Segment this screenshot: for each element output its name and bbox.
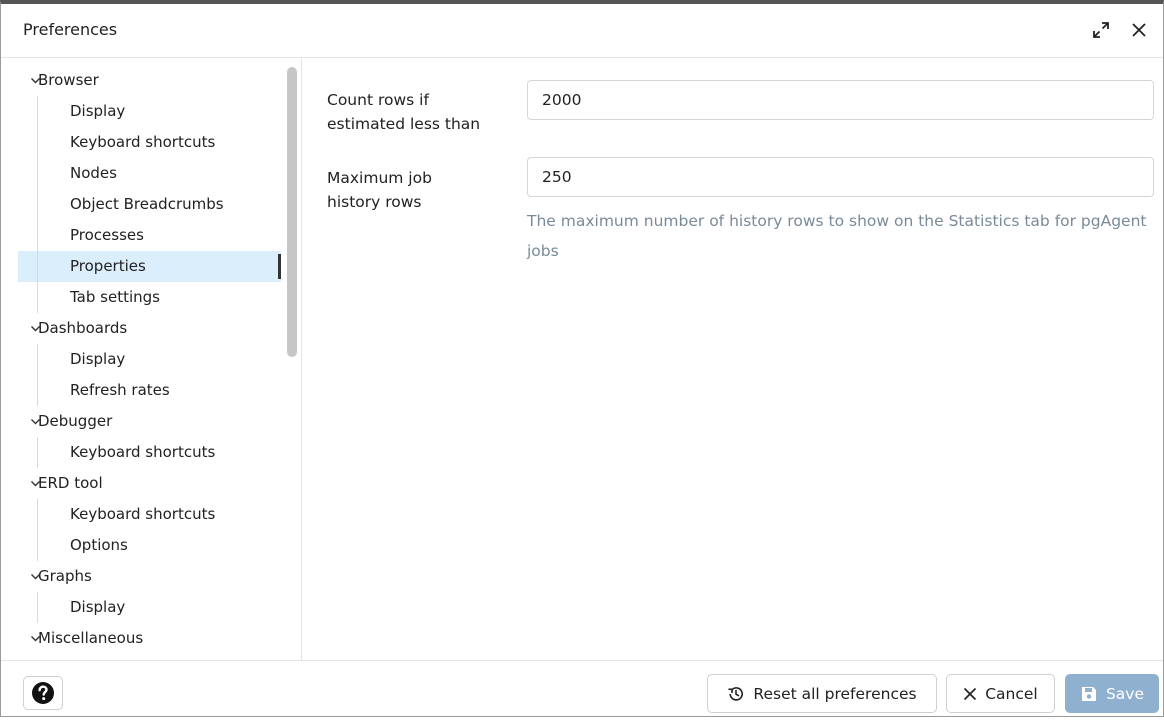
close-icon [1132, 23, 1146, 37]
preferences-dialog: Preferences Browser Display Keyboard short… [0, 0, 1164, 717]
dialog-titlebar: Preferences [1, 4, 1163, 58]
cancel-button[interactable]: Cancel [946, 674, 1055, 713]
chevron-down-icon[interactable] [30, 313, 42, 344]
tree-item-label: Display [70, 102, 126, 120]
tree-item-label: Processes [70, 226, 144, 244]
preferences-content: Count rows if estimated less than 2000 M… [303, 59, 1163, 660]
chevron-down-icon[interactable] [30, 468, 42, 499]
tree-item[interactable]: Options [18, 530, 281, 561]
max-job-history-input[interactable]: 250 [527, 157, 1154, 197]
tree-item-label: Refresh rates [70, 381, 170, 399]
tree-item-label: Debugger [38, 412, 113, 430]
close-icon [964, 687, 977, 700]
chevron-down-icon[interactable] [30, 65, 42, 96]
tree-item[interactable]: Nodes [18, 158, 281, 189]
floppy-disk-icon [1081, 686, 1096, 701]
history-icon [728, 686, 744, 701]
tree-group[interactable]: Miscellaneous [18, 623, 281, 654]
tree-scrollbar[interactable] [287, 67, 297, 357]
expand-button[interactable] [1089, 18, 1113, 42]
tree-item[interactable]: Keyboard shortcuts [18, 499, 281, 530]
tree-item-label: Browser [38, 71, 99, 89]
tree-item[interactable]: Refresh rates [18, 375, 281, 406]
tree-group[interactable]: ERD tool [18, 468, 281, 499]
help-button[interactable] [23, 676, 63, 710]
tree-group[interactable]: Debugger [18, 406, 281, 437]
preferences-tree-panel: Browser Display Keyboard shortcuts Nodes Obj… [1, 59, 302, 660]
max-job-history-label-line2: history rows [327, 193, 422, 211]
close-button[interactable] [1127, 18, 1151, 42]
tree-item-label: Display [70, 350, 126, 368]
tree-group[interactable]: Browser [18, 65, 281, 96]
reset-button-label: Reset all preferences [753, 684, 917, 703]
save-button-label: Save [1105, 684, 1145, 703]
tree-item[interactable]: Display [18, 96, 281, 127]
tree-item-label: Dashboards [38, 319, 128, 337]
tree-item-label: Keyboard shortcuts [70, 505, 216, 523]
chevron-down-icon[interactable] [30, 561, 42, 592]
tree-item-label: Graphs [38, 567, 92, 585]
tree-item-label: ERD tool [38, 474, 103, 492]
dialog-footer: Reset all preferences Cancel Save [1, 660, 1163, 721]
count-rows-label: Count rows if estimated less than [327, 88, 517, 136]
save-button[interactable]: Save [1065, 674, 1159, 713]
tree-group[interactable]: Graphs [18, 561, 281, 592]
tree-item[interactable]: Object Breadcrumbs [18, 189, 281, 220]
count-rows-label-line1: Count rows if [327, 91, 429, 109]
tree-item-label: Keyboard shortcuts [70, 443, 216, 461]
tree-item[interactable]: Properties [18, 251, 281, 282]
tree-item-label: Keyboard shortcuts [70, 133, 216, 151]
reset-all-preferences-button[interactable]: Reset all preferences [707, 674, 937, 713]
tree-item-label: Properties [70, 257, 146, 275]
tree-item-label: Object Breadcrumbs [70, 195, 224, 213]
question-circle-icon [32, 682, 54, 704]
preferences-tree: Browser Display Keyboard shortcuts Nodes Obj… [18, 65, 281, 654]
max-job-history-label-line1: Maximum job [327, 169, 432, 187]
tree-item[interactable]: Processes [18, 220, 281, 251]
tree-item-label: Miscellaneous [38, 629, 144, 647]
tree-item[interactable]: Display [18, 344, 281, 375]
tree-item[interactable]: Display [18, 592, 281, 623]
tree-item[interactable]: Keyboard shortcuts [18, 437, 281, 468]
max-job-history-label: Maximum job history rows [327, 166, 517, 214]
dialog-title: Preferences [23, 20, 118, 39]
tree-item-label: Tab settings [70, 288, 160, 306]
tree-item[interactable]: Tab settings [18, 282, 281, 313]
chevron-down-icon[interactable] [30, 406, 42, 437]
tree-item-label: Nodes [70, 164, 117, 182]
tree-item-label: Options [70, 536, 128, 554]
tree-group[interactable]: Dashboards [18, 313, 281, 344]
max-job-history-help: The maximum number of history rows to sh… [527, 212, 1147, 260]
tree-item[interactable]: Keyboard shortcuts [18, 127, 281, 158]
tree-item-label: Display [70, 598, 126, 616]
count-rows-input[interactable]: 2000 [527, 80, 1154, 120]
cancel-button-label: Cancel [985, 684, 1038, 703]
chevron-down-icon[interactable] [30, 623, 42, 654]
count-rows-label-line2: estimated less than [327, 115, 481, 133]
expand-icon [1093, 22, 1109, 38]
